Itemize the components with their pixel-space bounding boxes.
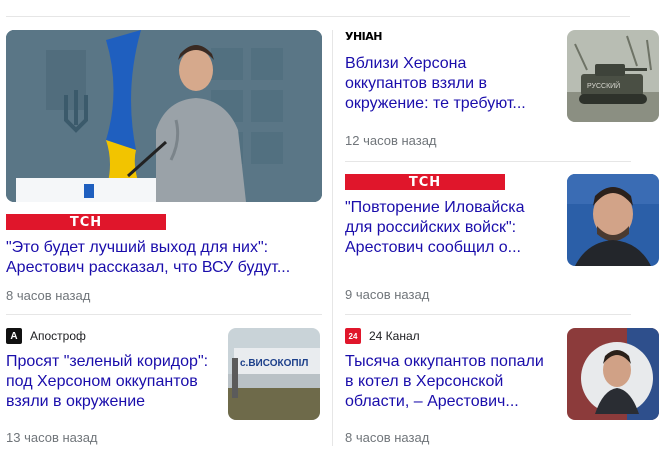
news-thumbnail[interactable]: РУССКИЙ (567, 30, 659, 122)
headline-link[interactable]: Вблизи Херсона оккупантов взяли в окруже… (345, 54, 545, 114)
featured-photo (6, 30, 322, 202)
news-thumbnail[interactable]: с.ВИСОКОПІЛ (228, 328, 320, 420)
headline-link[interactable]: Просят "зеленый коридор": под Херсоном о… (6, 352, 216, 412)
timestamp: 8 часов назад (345, 430, 430, 445)
top-divider (6, 16, 630, 17)
tank-label: РУССКИЙ (587, 81, 620, 90)
tsn-logo: ТСН (6, 214, 166, 230)
featured-image[interactable] (6, 30, 322, 202)
source-name: Апостроф (30, 329, 86, 343)
source-row: A Апостроф (6, 328, 86, 344)
timestamp: 9 часов назад (345, 287, 430, 302)
right-row-divider-2 (345, 314, 631, 315)
column-divider (332, 30, 333, 446)
news-card-unian[interactable]: УНІАН Вблизи Херсона оккупантов взяли в … (345, 30, 659, 150)
tsn-logo: ТСН (345, 174, 505, 190)
timestamp: 13 часов назад (6, 430, 98, 445)
featured-timestamp: 8 часов назад (6, 288, 91, 303)
news-thumbnail[interactable] (567, 174, 659, 266)
news-thumbnail[interactable] (567, 328, 659, 420)
news-card-apostrof[interactable]: A Апостроф Просят "зеленый коридор": под… (6, 328, 322, 448)
speaker-photo (567, 328, 659, 420)
source-row: 24 24 Канал (345, 328, 420, 344)
unian-logo: УНІАН (345, 30, 383, 43)
source-name: 24 Канал (369, 329, 420, 343)
village-sign-photo: с.ВИСОКОПІЛ (228, 328, 320, 420)
left-row-divider (6, 314, 322, 315)
featured-news-card[interactable]: ТСН "Это будет лучший выход для них": Ар… (6, 30, 322, 306)
apostrof-logo-icon: A (6, 328, 22, 344)
sign-text: с.ВИСОКОПІЛ (240, 358, 308, 369)
portrait-photo (567, 174, 659, 266)
headline-link[interactable]: "Повторение Иловайска для российских вой… (345, 198, 545, 258)
featured-headline-link[interactable]: "Это будет лучший выход для них": Аресто… (6, 238, 316, 278)
headline-link[interactable]: Тысяча оккупантов попали в котел в Херсо… (345, 352, 550, 412)
news-card-tsn[interactable]: ТСН "Повторение Иловайска для российских… (345, 174, 659, 304)
news-card-24kanal[interactable]: 24 24 Канал Тысяча оккупантов попали в к… (345, 328, 659, 448)
tank-photo: РУССКИЙ (567, 30, 659, 122)
24-kanal-logo-icon: 24 (345, 328, 361, 344)
right-row-divider-1 (345, 161, 631, 162)
timestamp: 12 часов назад (345, 133, 437, 148)
